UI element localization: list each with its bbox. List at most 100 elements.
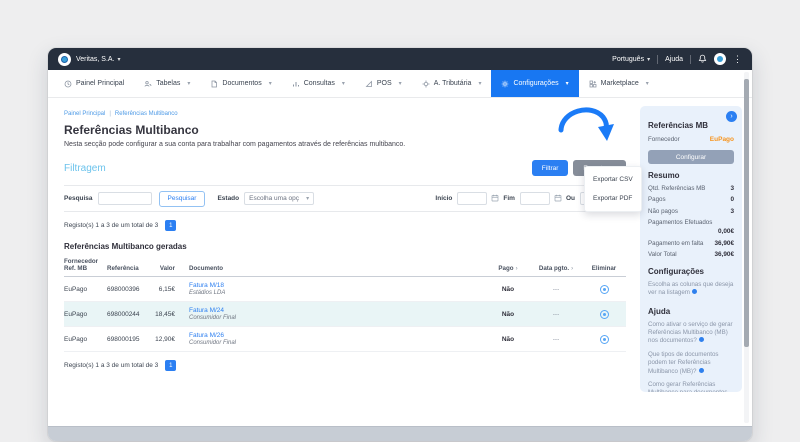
bar-chart-icon — [292, 81, 299, 86]
choose-columns-link[interactable]: Escolha as colunas que deseja ver na lis… — [648, 281, 734, 298]
calendar-icon[interactable] — [491, 194, 499, 204]
stat-row: Pagos 0 — [648, 196, 734, 203]
stat-row: Não pagos 3 — [648, 207, 734, 215]
nav-item-painel-principal[interactable]: Painel Principal — [54, 70, 134, 97]
fim-date-input[interactable] — [519, 192, 550, 205]
delete-icon[interactable] — [599, 309, 609, 319]
document-icon — [212, 80, 218, 87]
nav-item-consultas[interactable]: Consultas ▾ — [282, 70, 355, 97]
sort-icon[interactable]: › — [571, 266, 573, 272]
chevron-down-icon: ▾ — [478, 81, 482, 87]
chevron-down-icon: ▾ — [117, 56, 121, 63]
top-bar: Veritas, S.A. ▾ Português ▾ Ajuda ⋮ — [48, 48, 752, 70]
delete-icon[interactable] — [599, 284, 609, 294]
chevron-down-icon: ▾ — [268, 81, 272, 87]
cell-documento: Fatura M/24 Consumidor Final — [175, 307, 486, 321]
crosshair-icon — [422, 80, 430, 87]
document-entity: Estádios LDA — [189, 290, 226, 296]
col-documento[interactable]: Documento — [175, 265, 486, 272]
sidebar-title: Referências MB — [648, 121, 709, 130]
help-link-item[interactable]: Como gerar Referências Multibanco para d… — [648, 381, 734, 392]
fornecedor-value-link[interactable]: EuPago — [710, 136, 734, 143]
document-entity: Consumidor Final — [189, 340, 237, 346]
cell-eliminar — [582, 334, 626, 344]
document-link[interactable]: Fatura M/18 — [189, 282, 486, 289]
configuracoes-title: Configurações — [648, 267, 705, 276]
col-referencia[interactable]: Referência — [107, 265, 147, 272]
cell-eliminar — [582, 309, 626, 319]
menu-item-exportar-csv[interactable]: Exportar CSV — [585, 170, 641, 189]
nav-item-documentos[interactable]: Documentos ▾ — [200, 70, 281, 97]
company-logo-icon — [58, 52, 71, 66]
help-sidebar: › Referências MB Fornecedor EuPago Confi… — [640, 106, 742, 392]
help-link-item[interactable]: Que tipos de documentos podem ter Referê… — [648, 351, 734, 376]
menu-item-exportar-pdf[interactable]: Exportar PDF — [585, 189, 641, 208]
cell-pago: Não — [501, 285, 515, 293]
pesquisa-input[interactable] — [97, 192, 152, 205]
page-title: Referências Multibanco — [64, 123, 199, 137]
ajuda-title: Ajuda — [648, 306, 671, 316]
cell-data-pgto: --- — [552, 335, 560, 343]
pesquisar-button[interactable]: Pesquisar — [158, 190, 206, 207]
document-link[interactable]: Fatura M/24 — [189, 307, 486, 314]
main-nav: Painel Principal Tabelas ▾ Documentos ▾ … — [48, 70, 752, 98]
configurar-button[interactable]: Configurar — [648, 150, 734, 164]
page-number-badge[interactable]: 1 — [165, 360, 177, 371]
document-link[interactable]: Fatura M/26 — [189, 332, 486, 339]
resumo-title: Resumo — [648, 171, 680, 180]
col-eliminar: Eliminar — [591, 265, 617, 272]
inicio-date-input[interactable] — [457, 192, 488, 205]
table-title: Referências Multibanco geradas — [64, 242, 187, 251]
estado-label: Estado — [217, 195, 240, 202]
page-number-badge[interactable]: 1 — [165, 220, 177, 231]
nav-item-pos[interactable]: POS ▾ — [355, 70, 412, 97]
fim-label: Fim — [503, 195, 515, 202]
estado-select[interactable]: Escolha uma opção ▾ — [244, 192, 315, 205]
cell-pago: Não — [501, 335, 515, 343]
user-avatar[interactable] — [714, 53, 726, 65]
col-valor[interactable]: Valor — [147, 265, 175, 272]
cell-fornecedor: EuPago — [64, 310, 88, 318]
nav-item-marketplace[interactable]: Marketplace ▾ — [579, 70, 659, 97]
col-pago[interactable]: Pago › — [486, 265, 530, 272]
grid-plus-icon — [589, 80, 596, 87]
company-menu[interactable]: Veritas, S.A. — [76, 56, 115, 63]
chevron-down-icon: ▾ — [647, 56, 651, 63]
sidebar-collapse-button[interactable]: › — [726, 111, 737, 122]
chevron-down-icon: ▾ — [565, 81, 569, 87]
cell-documento: Fatura M/26 Consumidor Final — [175, 332, 486, 346]
language-menu[interactable]: Português ▾ — [612, 56, 650, 63]
nav-item-a-tributaria[interactable]: A. Tributária ▾ — [412, 70, 492, 97]
table-header: Fornecedor Ref. MB Referência Valor Docu… — [64, 258, 626, 277]
dashboard-clock-icon — [64, 80, 72, 87]
stat-row: Pagamentos Efetuados 0,00€ — [648, 219, 734, 235]
notifications-bell-icon[interactable] — [698, 54, 707, 65]
chevron-down-icon: ▾ — [645, 81, 649, 87]
help-link[interactable]: Ajuda — [665, 56, 683, 63]
breadcrumb-referencias-multibanco[interactable]: Referências Multibanco — [115, 111, 178, 117]
kebab-menu-icon[interactable]: ⋮ — [733, 54, 742, 64]
col-data-pgto[interactable]: Data pgto. › — [530, 265, 582, 272]
sort-icon[interactable]: › — [516, 266, 518, 272]
help-link-item[interactable]: Como ativar o serviço de gerar Referênci… — [648, 321, 734, 346]
calendar-icon[interactable] — [554, 194, 562, 204]
stat-row: Qtd. Referências MB 3 — [648, 184, 734, 192]
filtrar-button[interactable]: Filtrar — [531, 160, 569, 176]
nav-item-tabelas[interactable]: Tabelas ▾ — [134, 70, 200, 97]
info-circle-icon — [698, 367, 704, 373]
vertical-scrollbar[interactable] — [744, 72, 749, 423]
pos-cursor-icon — [365, 80, 372, 87]
delete-icon[interactable] — [599, 334, 609, 344]
breadcrumb-painel-principal[interactable]: Painel Principal — [64, 111, 105, 117]
divider — [690, 54, 691, 64]
breadcrumb: Painel Principal | Referências Multibanc… — [64, 111, 626, 117]
col-fornecedor[interactable]: Fornecedor Ref. MB — [64, 258, 107, 272]
nav-item-configuracoes[interactable]: Configurações ▾ — [491, 70, 579, 97]
cell-fornecedor: EuPago — [64, 285, 88, 293]
scrollbar-thumb[interactable] — [744, 79, 749, 347]
page-description: Nesta secção pode configurar a sua conta… — [64, 141, 406, 148]
cell-referencia: 698000195 — [107, 335, 140, 343]
stat-row: Pagamento em falta 36,90€ — [648, 239, 734, 247]
cell-valor: 18,45€ — [155, 310, 175, 318]
gear-icon — [502, 80, 509, 87]
